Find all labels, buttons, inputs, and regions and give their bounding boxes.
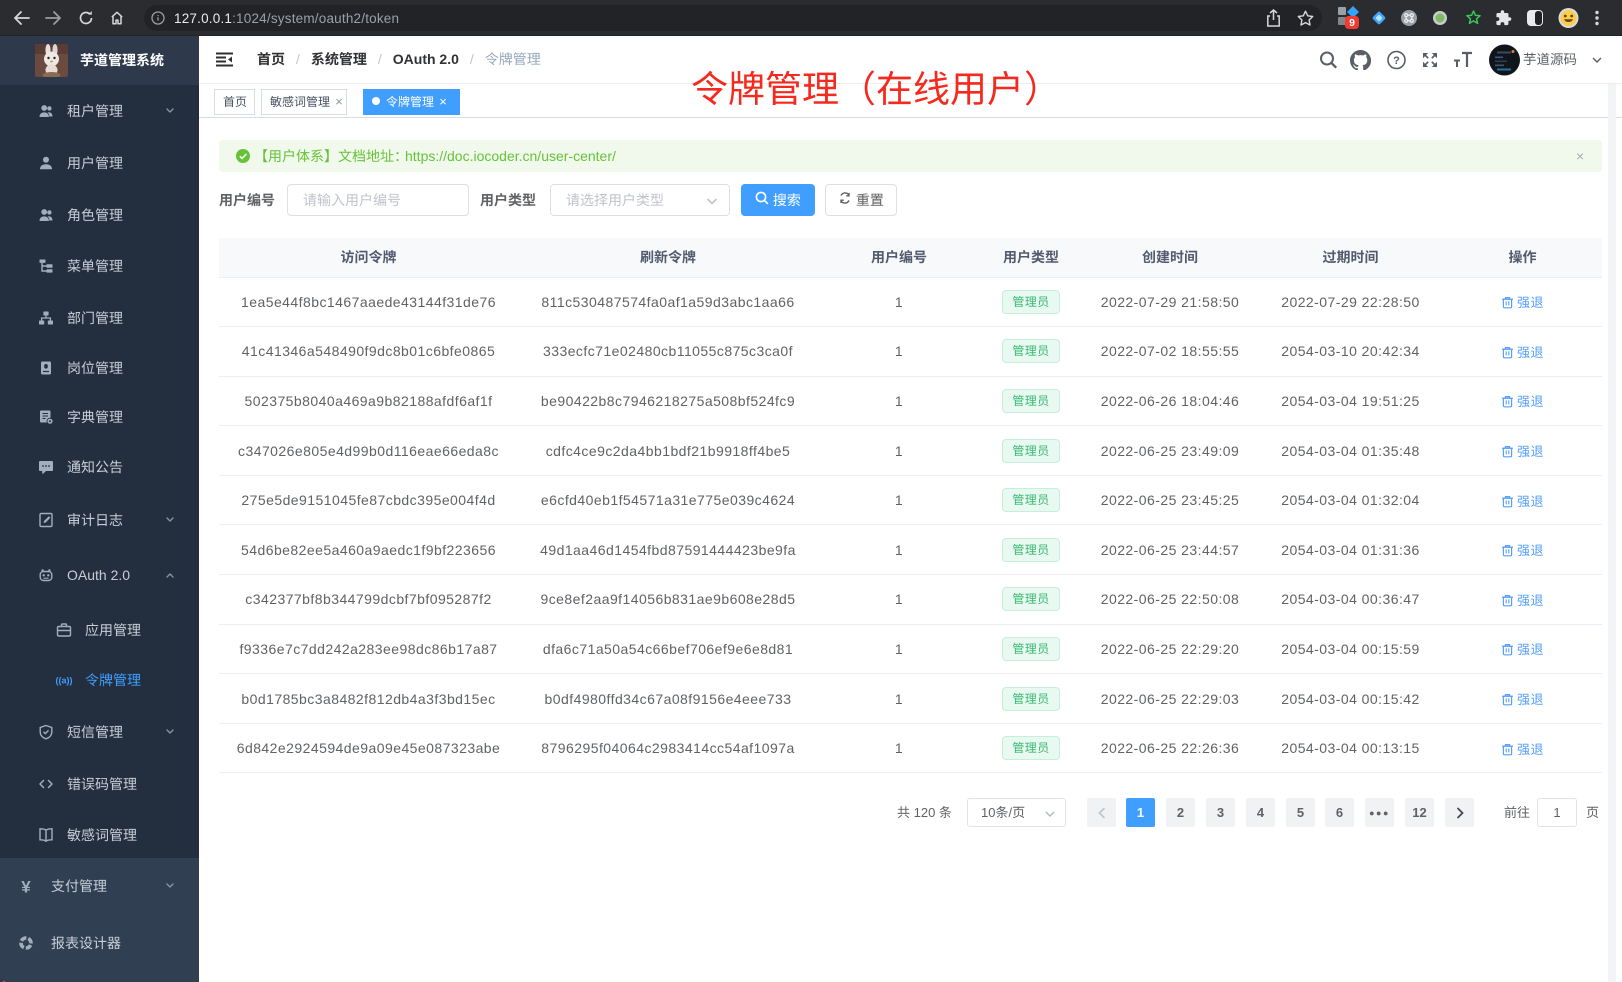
svg-text:?: ? xyxy=(1393,55,1400,67)
svg-text:((a)): ((a)) xyxy=(56,675,72,685)
svg-text:¥: ¥ xyxy=(21,878,31,894)
svg-text:9: 9 xyxy=(1349,17,1355,29)
